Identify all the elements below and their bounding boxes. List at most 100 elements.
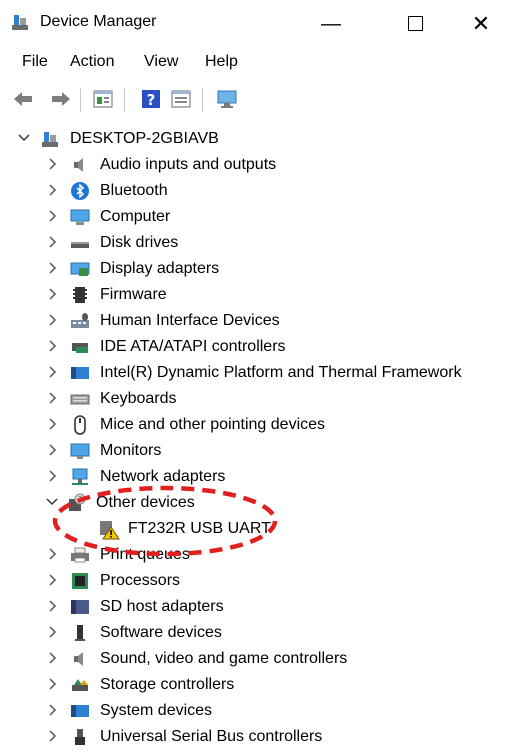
tree-item-label: Keyboards (100, 390, 177, 407)
chevron-down-icon[interactable] (45, 495, 59, 509)
tree-item-hid[interactable]: Human Interface Devices (0, 308, 510, 334)
tree-item-label: Storage controllers (100, 676, 235, 693)
speaker-icon (74, 158, 83, 172)
tree-item-label: Computer (100, 208, 171, 225)
tree-item-processors[interactable]: Processors (0, 568, 510, 594)
chevron-right-icon[interactable] (45, 573, 59, 587)
chevron-right-icon[interactable] (45, 209, 59, 223)
chevron-right-icon[interactable] (45, 677, 59, 691)
keyboard-icon (70, 394, 90, 405)
close-button[interactable]: ✕ (456, 4, 506, 44)
tree-item-audio[interactable]: Audio inputs and outputs (0, 152, 510, 178)
menu-bar: File Action View Help (0, 50, 510, 78)
window-title: Device Manager (40, 13, 157, 30)
tree-item-label: IDE ATA/ATAPI controllers (100, 338, 286, 355)
svg-text:?: ? (78, 495, 82, 504)
chevron-right-icon[interactable] (45, 547, 59, 561)
system-devices-icon (71, 705, 89, 717)
tree-item-label: Mice and other pointing devices (100, 416, 326, 433)
chevron-right-icon[interactable] (45, 443, 59, 457)
sd-adapter-icon (71, 600, 89, 614)
toolbar-separator (202, 88, 203, 112)
tree-item-label: System devices (100, 702, 213, 719)
tree-root[interactable]: DESKTOP-2GBIAVB (0, 126, 510, 152)
update-driver-icon[interactable] (170, 88, 192, 110)
computer-root-icon (42, 132, 58, 147)
tree-item-firmware[interactable]: Firmware (0, 282, 510, 308)
printer-icon (71, 547, 89, 563)
chevron-right-icon[interactable] (45, 339, 59, 353)
tree-item-network[interactable]: Network adapters (0, 464, 510, 490)
other-devices-icon: ? (69, 493, 86, 511)
tree-item-disk-drives[interactable]: Disk drives (0, 230, 510, 256)
tree-item-system-devices[interactable]: System devices (0, 698, 510, 724)
tree-item-ide[interactable]: IDE ATA/ATAPI controllers (0, 334, 510, 360)
chevron-right-icon[interactable] (45, 287, 59, 301)
tree-item-intel-thermal[interactable]: Intel(R) Dynamic Platform and Thermal Fr… (0, 360, 510, 386)
minimize-button[interactable]: — (306, 4, 356, 44)
forward-arrow-icon[interactable] (50, 88, 72, 110)
menu-view[interactable]: View (144, 53, 178, 71)
tree-item-usb[interactable]: Universal Serial Bus controllers (0, 724, 510, 750)
tree-item-label: Audio inputs and outputs (100, 156, 277, 173)
chevron-right-icon[interactable] (45, 235, 59, 249)
tree-item-label: SD host adapters (100, 598, 224, 615)
chevron-right-icon[interactable] (45, 417, 59, 431)
tree-item-ft232r[interactable]: FT232R USB UART (0, 516, 510, 542)
tree-item-mice[interactable]: Mice and other pointing devices (0, 412, 510, 438)
tree-item-print-queues[interactable]: Print queues (0, 542, 510, 568)
back-arrow-icon[interactable] (12, 88, 34, 110)
tree-item-display-adapters[interactable]: Display adapters (0, 256, 510, 282)
chevron-right-icon[interactable] (45, 729, 59, 743)
network-adapter-icon (72, 468, 88, 485)
properties-icon[interactable] (92, 88, 114, 110)
tree-item-label: Bluetooth (100, 182, 168, 199)
maximize-button[interactable] (390, 4, 440, 44)
toolbar-separator (124, 88, 125, 112)
tree-item-sound[interactable]: Sound, video and game controllers (0, 646, 510, 672)
chevron-right-icon[interactable] (45, 469, 59, 483)
maximize-icon (407, 16, 423, 32)
processor-icon (72, 573, 88, 589)
chevron-right-icon[interactable] (45, 651, 59, 665)
chevron-right-icon[interactable] (45, 183, 59, 197)
chevron-right-icon[interactable] (45, 391, 59, 405)
chevron-right-icon[interactable] (45, 157, 59, 171)
firmware-icon (73, 287, 87, 303)
tree-item-software-devices[interactable]: Software devices (0, 620, 510, 646)
device-manager-icon (12, 15, 28, 30)
chevron-right-icon[interactable] (45, 599, 59, 613)
tree-item-keyboards[interactable]: Keyboards (0, 386, 510, 412)
tree-item-label: Sound, video and game controllers (100, 650, 348, 667)
scan-hardware-icon[interactable] (216, 88, 238, 110)
chevron-down-icon[interactable] (17, 131, 31, 145)
storage-controller-icon (72, 679, 88, 691)
tree-item-label: Monitors (100, 442, 162, 459)
help-icon[interactable]: ? (140, 88, 162, 110)
tree-item-storage[interactable]: Storage controllers (0, 672, 510, 698)
tree-item-sd-host[interactable]: SD host adapters (0, 594, 510, 620)
disk-drive-icon (71, 242, 89, 248)
chevron-right-icon[interactable] (45, 365, 59, 379)
tree-item-label: Print queues (100, 546, 190, 563)
menu-action[interactable]: Action (70, 53, 114, 71)
tree-item-computer[interactable]: Computer (0, 204, 510, 230)
hid-icon (71, 313, 89, 328)
menu-file[interactable]: File (22, 53, 48, 71)
chevron-right-icon[interactable] (45, 703, 59, 717)
chevron-right-icon[interactable] (45, 313, 59, 327)
chevron-right-icon[interactable] (45, 625, 59, 639)
tree-item-label: Display adapters (100, 260, 220, 277)
tree-item-monitors[interactable]: Monitors (0, 438, 510, 464)
chevron-right-icon[interactable] (45, 261, 59, 275)
tree-item-label: Intel(R) Dynamic Platform and Thermal Fr… (100, 364, 462, 381)
tree-item-bluetooth[interactable]: Bluetooth (0, 178, 510, 204)
title-bar: Device Manager — ✕ (0, 0, 510, 46)
monitor-icon (70, 443, 90, 459)
tree-item-other-devices[interactable]: ? Other devices (0, 490, 510, 516)
tree-item-label: Disk drives (100, 234, 179, 251)
tree-item-label: Network adapters (100, 468, 226, 485)
menu-help[interactable]: Help (205, 53, 238, 71)
thermal-framework-icon (71, 367, 89, 379)
tree-item-label: Firmware (100, 286, 167, 303)
